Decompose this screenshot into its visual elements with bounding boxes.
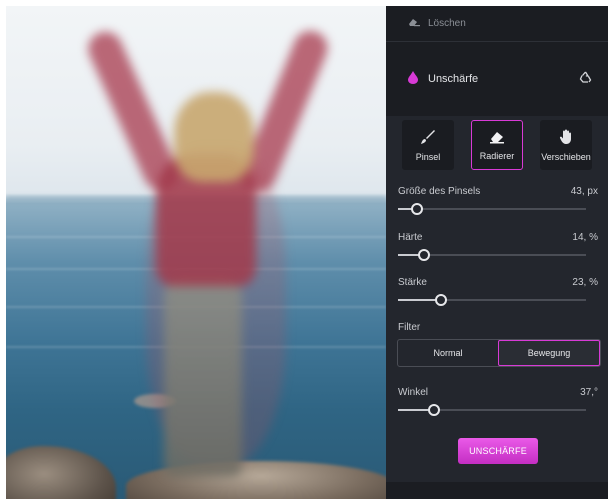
- filter-selector: Normal Bewegung: [397, 339, 601, 367]
- slider-handle[interactable]: [410, 203, 423, 215]
- hand-icon: [558, 129, 574, 147]
- clear-button[interactable]: Löschen: [386, 6, 608, 42]
- slider-handle[interactable]: [418, 249, 431, 261]
- eraser-icon: [489, 130, 505, 146]
- angle-label: Winkel: [398, 387, 429, 398]
- tool-move-label: Verschieben: [541, 151, 591, 162]
- apply-blur-button[interactable]: UNSCHÄRFE: [458, 438, 538, 464]
- photo-canvas[interactable]: [6, 6, 386, 499]
- strength-control: Stärke 23, %: [398, 277, 598, 306]
- angle-control: Winkel 37,°: [398, 387, 598, 416]
- brush-size-label: Größe des Pinsels: [398, 186, 481, 197]
- tool-selector: Pinsel Radierer Verschieben: [402, 120, 592, 170]
- hardness-slider[interactable]: [398, 249, 586, 261]
- filter-option-normal[interactable]: Normal: [398, 340, 498, 366]
- clear-label: Löschen: [428, 18, 466, 29]
- drop-icon: [408, 71, 418, 87]
- tool-eraser-button[interactable]: Radierer: [471, 120, 523, 170]
- hardness-control: Härte 14, %: [398, 232, 598, 261]
- filter-option-motion[interactable]: Bewegung: [498, 340, 600, 366]
- blur-section-header: Unschärfe: [386, 42, 608, 116]
- angle-value: 37,°: [580, 387, 598, 398]
- strength-label: Stärke: [398, 277, 427, 288]
- tool-eraser-label: Radierer: [479, 150, 515, 161]
- eraser-icon: [408, 17, 420, 30]
- brush-size-value: 43, px: [570, 186, 598, 197]
- tool-brush-button[interactable]: Pinsel: [402, 120, 454, 170]
- tool-panel: Löschen Unschärfe Pinsel Radierer Versch…: [386, 6, 608, 499]
- hardness-value: 14, %: [572, 232, 598, 243]
- panel-footer: [386, 482, 608, 499]
- filter-label: Filter: [398, 322, 421, 333]
- reset-icon[interactable]: [579, 71, 592, 87]
- strength-value: 23, %: [572, 277, 598, 288]
- angle-slider[interactable]: [398, 404, 586, 416]
- tool-brush-label: Pinsel: [415, 151, 441, 162]
- brush-size-slider[interactable]: [398, 203, 586, 215]
- brush-size-control: Größe des Pinsels 43, px: [398, 186, 598, 215]
- brush-icon: [420, 129, 436, 147]
- tool-move-button[interactable]: Verschieben: [540, 120, 592, 170]
- slider-handle[interactable]: [427, 404, 440, 416]
- hardness-label: Härte: [398, 232, 423, 243]
- strength-slider[interactable]: [398, 294, 586, 306]
- slider-handle[interactable]: [435, 294, 448, 306]
- blurred-person: [6, 6, 386, 499]
- section-title: Unschärfe: [428, 73, 479, 85]
